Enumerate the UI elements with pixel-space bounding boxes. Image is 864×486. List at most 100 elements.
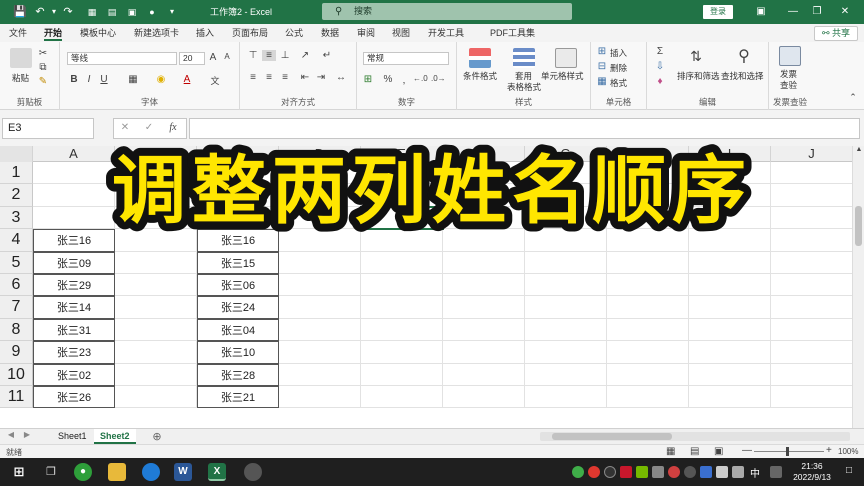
cell-a9[interactable]: 张三23 — [33, 341, 115, 364]
volume-icon[interactable] — [732, 466, 744, 478]
cell-c5[interactable]: 张三15 — [197, 251, 279, 274]
name-box[interactable]: E3 — [2, 118, 94, 139]
wrap-text-icon[interactable]: ↵ — [320, 50, 334, 61]
cell-j7[interactable] — [771, 296, 852, 319]
table-icon[interactable]: ▦ — [84, 4, 100, 20]
cell-d7[interactable] — [279, 296, 361, 319]
borders-icon[interactable]: ▦ — [126, 74, 140, 85]
tab-template-center[interactable]: 模板中心 — [80, 26, 116, 41]
task-view-icon[interactable]: ❐ — [42, 463, 60, 481]
zoom-slider-handle[interactable] — [786, 447, 789, 456]
cell-h5[interactable] — [607, 251, 689, 274]
cell-styles-icon[interactable] — [555, 48, 577, 68]
find-select-icon[interactable]: ⚲ — [737, 46, 751, 66]
tab-data[interactable]: 数据 — [321, 26, 339, 41]
insert-cells-label[interactable]: 插入 — [610, 47, 627, 59]
cell-a6[interactable]: 张三29 — [33, 274, 115, 297]
horizontal-scroll-thumb[interactable] — [552, 433, 672, 440]
decrease-indent-icon[interactable]: ⇤ — [298, 72, 312, 83]
row-header-7[interactable]: 7 — [0, 296, 33, 319]
align-top-icon[interactable]: ⊤ — [246, 50, 260, 61]
fill-color-icon[interactable]: ◉ — [154, 74, 168, 85]
cell-i6[interactable] — [689, 274, 771, 297]
cell-e8[interactable] — [361, 318, 443, 342]
cell-g5[interactable] — [525, 251, 607, 274]
align-middle-icon[interactable]: ≡ — [262, 50, 276, 61]
fill-icon[interactable]: ⇩ — [653, 61, 667, 72]
cell-g11[interactable] — [525, 386, 607, 409]
increase-decimal-icon[interactable]: ←.0 — [413, 74, 428, 83]
format-as-table-icon[interactable] — [513, 48, 535, 68]
font-color-icon[interactable]: A — [180, 74, 194, 85]
cell-c6[interactable]: 张三06 — [197, 274, 279, 297]
tab-review[interactable]: 审阅 — [357, 26, 375, 41]
cell-i5[interactable] — [689, 251, 771, 274]
tray-app-8-icon[interactable] — [684, 466, 696, 478]
cell-h7[interactable] — [607, 296, 689, 319]
cell-f7[interactable] — [443, 296, 525, 319]
underline-icon[interactable]: U — [97, 74, 111, 85]
excel-icon[interactable]: X — [208, 463, 226, 481]
cell-c9[interactable]: 张三10 — [197, 341, 279, 364]
cell-j9[interactable] — [771, 341, 852, 364]
share-button[interactable]: ⚯ 共享 — [814, 26, 858, 41]
cell-j11[interactable] — [771, 386, 852, 409]
format-painter-icon[interactable]: ✎ — [36, 76, 50, 87]
tab-file[interactable]: 文件 — [9, 26, 27, 41]
tab-developer[interactable]: 开发工具 — [428, 26, 464, 41]
cell-j10[interactable] — [771, 364, 852, 386]
formula-input[interactable] — [189, 118, 860, 139]
nvidia-icon[interactable] — [636, 466, 648, 478]
cell-i7[interactable] — [689, 296, 771, 319]
record-icon[interactable]: ● — [144, 4, 160, 20]
cell-j6[interactable] — [771, 274, 852, 297]
insert-cells-icon[interactable]: ⊞ — [595, 46, 609, 57]
row-header-8[interactable]: 8 — [0, 318, 33, 342]
cell-d6[interactable] — [279, 274, 361, 297]
cell-c10[interactable]: 张三28 — [197, 363, 279, 386]
font-name-select[interactable]: 等线 — [67, 52, 177, 65]
tray-app-7-icon[interactable] — [668, 466, 680, 478]
cell-styles-label[interactable]: 单元格样式 — [541, 70, 584, 82]
cell-h10[interactable] — [607, 363, 689, 386]
cell-b7[interactable] — [115, 296, 197, 319]
conditional-format-label[interactable]: 条件格式 — [463, 70, 497, 82]
edge-icon[interactable] — [142, 463, 160, 481]
collapse-ribbon-icon[interactable]: ⌃ — [846, 92, 860, 103]
ribbon-display-options-icon[interactable]: ▣ — [752, 3, 770, 21]
add-sheet-icon[interactable]: ⊕ — [150, 430, 164, 443]
word-icon[interactable]: W — [174, 463, 192, 481]
tab-view[interactable]: 视图 — [392, 26, 410, 41]
cell-f9[interactable] — [443, 341, 525, 364]
tab-page-layout[interactable]: 页面布局 — [232, 26, 268, 41]
zoom-slider[interactable] — [754, 447, 824, 456]
percent-icon[interactable]: % — [381, 74, 395, 85]
cell-d9[interactable] — [279, 341, 361, 364]
cell-b11[interactable] — [115, 386, 197, 409]
cell-g8[interactable] — [525, 318, 607, 342]
tab-insert[interactable]: 插入 — [196, 26, 214, 41]
minimize-icon[interactable]: — — [784, 3, 802, 21]
bluetooth-icon[interactable] — [700, 466, 712, 478]
close-icon[interactable]: ✕ — [836, 3, 854, 21]
font-size-select[interactable]: 20 — [179, 52, 205, 65]
cell-c11[interactable]: 张三21 — [197, 386, 279, 409]
sheet-tab-sheet1[interactable]: Sheet1 — [52, 429, 93, 444]
cell-f6[interactable] — [443, 274, 525, 297]
tray-app-9-icon[interactable] — [770, 466, 782, 478]
cell-d11[interactable] — [279, 386, 361, 409]
format-cells-label[interactable]: 格式 — [610, 77, 627, 89]
ime-indicator[interactable]: 中 — [750, 465, 760, 480]
horizontal-scrollbar[interactable] — [540, 432, 850, 441]
tray-app-1-icon[interactable] — [572, 466, 584, 478]
merge-center-icon[interactable]: ↔ — [334, 72, 348, 83]
zoom-level[interactable]: 100% — [838, 447, 858, 456]
sort-filter-icon[interactable]: ⇅ — [689, 48, 703, 65]
cell-i10[interactable] — [689, 363, 771, 386]
clock[interactable]: 21:36 2022/9/13 — [788, 461, 836, 483]
prev-sheet-icon[interactable]: ◀ — [4, 430, 18, 439]
cell-a8[interactable]: 张三31 — [33, 318, 115, 342]
row-header-10[interactable]: 10 — [0, 363, 33, 386]
delete-cells-icon[interactable]: ⊟ — [595, 61, 609, 72]
cell-d5[interactable] — [279, 251, 361, 274]
